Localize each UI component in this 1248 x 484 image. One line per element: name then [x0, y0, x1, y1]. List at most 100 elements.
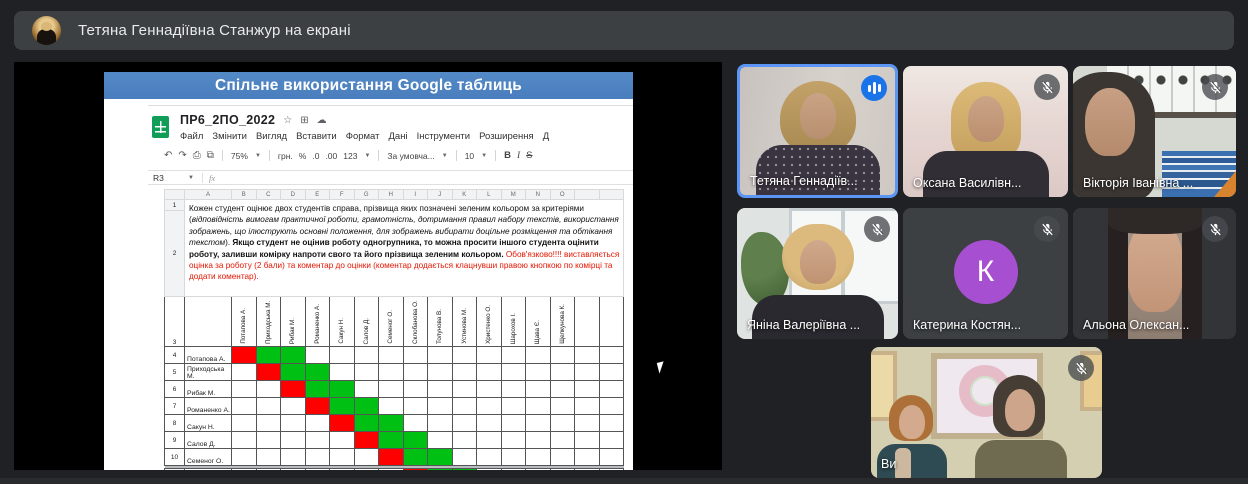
grade-cell[interactable] [549, 346, 575, 364]
grade-cell[interactable] [549, 363, 575, 381]
grade-cell[interactable] [549, 431, 575, 449]
grade-cell[interactable] [304, 397, 330, 415]
menu-item[interactable]: Вставити [296, 131, 337, 142]
menu-item[interactable]: Інструменти [417, 131, 471, 142]
grade-cell[interactable] [525, 414, 551, 432]
grade-cell[interactable] [378, 414, 404, 432]
grade-cell[interactable] [574, 397, 600, 415]
grade-cell[interactable] [353, 380, 379, 398]
grade-cell[interactable] [476, 414, 502, 432]
grade-cell[interactable] [255, 397, 281, 415]
grade-cell[interactable] [402, 448, 428, 466]
font-size-select[interactable]: 10 [465, 151, 474, 161]
participant-tile-viktoria[interactable]: Вікторія Іванівна ... [1073, 66, 1236, 197]
italic-button[interactable]: I [517, 151, 520, 161]
grade-cell[interactable] [476, 346, 502, 364]
grade-cell[interactable] [329, 346, 355, 364]
grade-cell[interactable] [525, 380, 551, 398]
grade-cell[interactable] [451, 380, 477, 398]
participant-tile-oksana[interactable]: Оксана Василівн... [903, 66, 1068, 197]
grade-cell[interactable] [280, 448, 306, 466]
star-icon[interactable]: ☆ [283, 115, 292, 126]
grade-cell[interactable] [255, 380, 281, 398]
grade-cell[interactable] [280, 431, 306, 449]
grade-cell[interactable] [378, 363, 404, 381]
grade-cell[interactable] [304, 431, 330, 449]
grade-cell[interactable] [353, 448, 379, 466]
bold-button[interactable]: B [504, 150, 511, 161]
grade-cell[interactable] [476, 363, 502, 381]
currency-button[interactable]: грн. [278, 151, 293, 161]
grade-cell[interactable] [280, 397, 306, 415]
grade-cell[interactable] [402, 380, 428, 398]
grade-cell[interactable] [329, 380, 355, 398]
grade-cell[interactable] [353, 414, 379, 432]
grade-cell[interactable] [329, 363, 355, 381]
menu-item[interactable]: Формат [346, 131, 380, 142]
grade-cell[interactable] [255, 363, 281, 381]
grade-cell[interactable] [598, 414, 624, 432]
grade-cell[interactable] [304, 448, 330, 466]
participant-tile-yanina[interactable]: Яніна Валеріївна ... [737, 208, 898, 339]
grade-cell[interactable] [427, 380, 453, 398]
strikethrough-button[interactable]: S [526, 150, 532, 161]
more-formats-button[interactable]: 123 [343, 151, 357, 161]
grade-cell[interactable] [304, 363, 330, 381]
grade-cell[interactable] [329, 397, 355, 415]
grade-cell[interactable] [427, 431, 453, 449]
grade-cell[interactable] [598, 380, 624, 398]
grade-cell[interactable] [476, 380, 502, 398]
grade-cell[interactable] [353, 431, 379, 449]
grade-cell[interactable] [525, 346, 551, 364]
grade-cell[interactable] [231, 431, 257, 449]
grade-cell[interactable] [402, 397, 428, 415]
grade-cell[interactable] [402, 363, 428, 381]
menu-item[interactable]: Змінити [212, 131, 247, 142]
grade-cell[interactable] [451, 397, 477, 415]
move-icon[interactable]: ⊞ [300, 115, 308, 126]
grade-cell[interactable] [500, 346, 526, 364]
grade-cell[interactable] [427, 346, 453, 364]
decrease-decimals-button[interactable]: .0 [312, 151, 319, 161]
grade-cell[interactable] [329, 431, 355, 449]
grade-cell[interactable] [574, 414, 600, 432]
redo-icon[interactable]: ↷ [178, 150, 186, 161]
grade-cell[interactable] [476, 431, 502, 449]
grade-cell[interactable] [231, 397, 257, 415]
name-box[interactable]: R3 [148, 173, 188, 183]
grade-cell[interactable] [598, 346, 624, 364]
grade-cell[interactable] [231, 448, 257, 466]
grade-cell[interactable] [255, 346, 281, 364]
grade-cell[interactable] [329, 448, 355, 466]
grade-cell[interactable] [378, 431, 404, 449]
grade-cell[interactable] [476, 397, 502, 415]
grade-cell[interactable] [549, 380, 575, 398]
grade-cell[interactable] [451, 363, 477, 381]
grade-cell[interactable] [500, 414, 526, 432]
sheet-grid[interactable]: A B C D E F G H I J K L M N O 1 2 Кожен студент оцінює дв… [164, 189, 624, 470]
grade-cell[interactable] [427, 448, 453, 466]
grade-cell[interactable] [255, 431, 281, 449]
grade-cell[interactable] [427, 363, 453, 381]
increase-decimals-button[interactable]: .00 [325, 151, 337, 161]
grade-cell[interactable] [549, 397, 575, 415]
grade-cell[interactable] [402, 414, 428, 432]
grade-cell[interactable] [378, 346, 404, 364]
grade-cell[interactable] [500, 448, 526, 466]
cloud-icon[interactable]: ☁ [317, 115, 327, 126]
grade-cell[interactable] [255, 414, 281, 432]
grade-cell[interactable] [378, 397, 404, 415]
grade-cell[interactable] [231, 414, 257, 432]
grade-cell[interactable] [525, 363, 551, 381]
grade-cell[interactable] [255, 448, 281, 466]
grade-cell[interactable] [402, 346, 428, 364]
percent-button[interactable]: % [299, 151, 307, 161]
menu-item[interactable]: Вигляд [256, 131, 287, 142]
grade-cell[interactable] [280, 414, 306, 432]
grade-cell[interactable] [451, 346, 477, 364]
grade-cell[interactable] [378, 448, 404, 466]
participant-tile-alona[interactable]: Альона Олексан... [1073, 208, 1236, 339]
grade-cell[interactable] [280, 346, 306, 364]
grade-cell[interactable] [500, 380, 526, 398]
grade-cell[interactable] [402, 431, 428, 449]
